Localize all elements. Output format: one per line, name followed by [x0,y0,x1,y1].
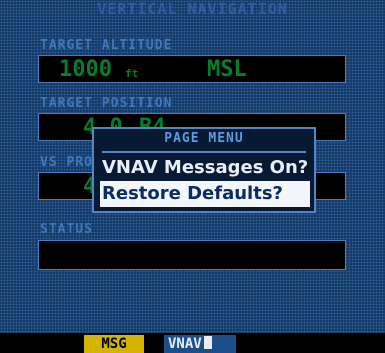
page-menu-title: PAGE MENU [164,131,244,146]
menu-item-vnav-messages[interactable]: VNAV Messages On? [100,155,310,181]
cursor-block-icon [203,336,212,349]
altitude-reference: MSL [207,57,247,82]
status-field [38,240,346,270]
status-label: STATUS [40,222,93,237]
target-altitude-unit: ft [125,67,139,80]
target-altitude-label: TARGET ALTITUDE [40,38,173,53]
target-position-label: TARGET POSITION [40,96,173,111]
page-indicator: VNAV [164,335,236,353]
page-indicator-label: VNAV [168,336,202,352]
target-altitude-value: 1000 [59,57,112,82]
target-altitude-field[interactable]: 1000 ft MSL [38,55,346,83]
page-title: VERTICAL NAVIGATION [97,0,288,18]
page-menu-divider [102,151,306,153]
gps-screen: VERTICAL NAVIGATION TARGET ALTITUDE 1000… [0,0,385,353]
menu-item-restore-defaults[interactable]: Restore Defaults? [100,181,310,207]
bottom-status-bar: MSG VNAV [0,333,385,353]
page-menu: PAGE MENU VNAV Messages On? Restore Defa… [92,127,316,213]
msg-badge[interactable]: MSG [84,335,144,353]
